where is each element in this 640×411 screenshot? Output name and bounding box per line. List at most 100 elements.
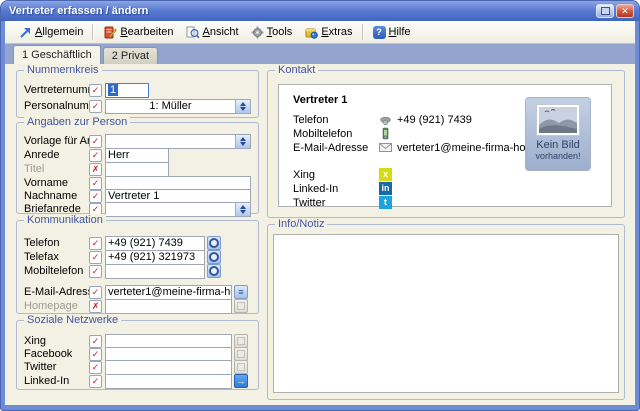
required-check-icon[interactable]: ✓: [89, 100, 102, 113]
field-label: Linked-In: [24, 375, 89, 387]
group-nummernkreis: Nummernkreis Vertreternummer ✓ 1 Persona…: [16, 70, 259, 118]
linkedin-icon[interactable]: in: [379, 182, 392, 195]
group-info-notiz: Info/Notiz: [267, 224, 625, 400]
menu-tools[interactable]: Tools: [245, 24, 299, 41]
chevron-up-icon: [240, 137, 246, 141]
phone-dial-icon: [209, 266, 219, 276]
no-image-placeholder: Kein Bild vorhanden!: [525, 97, 591, 171]
field-label: Xing: [24, 335, 89, 347]
disabled-cross-icon[interactable]: ✗: [89, 300, 102, 313]
open-xing-button: [234, 334, 248, 348]
menu-allgemein[interactable]: Allgemein: [13, 24, 89, 41]
menu-label: Allgemein: [35, 26, 83, 38]
spinner-button[interactable]: [235, 100, 250, 113]
required-check-icon[interactable]: ✓: [89, 265, 102, 278]
anrede-input[interactable]: Herr: [105, 148, 169, 163]
tab-privat[interactable]: 2 Privat: [103, 47, 158, 64]
briefanrede-select[interactable]: [105, 202, 251, 217]
field-homepage: Homepage ✗: [24, 299, 251, 313]
disabled-cross-icon[interactable]: ✗: [89, 163, 102, 176]
field-vorlage-anrede: Vorlage für Anrede ✓: [24, 134, 251, 148]
dial-button[interactable]: [207, 264, 221, 278]
twitter-input[interactable]: [105, 360, 232, 375]
link-icon: [237, 337, 245, 345]
xing-icon[interactable]: x: [379, 168, 392, 181]
field-personalnummer: Personalnummer ✓ 1: Müller: [24, 99, 251, 113]
required-check-icon[interactable]: ✓: [89, 135, 102, 148]
field-linkedin: Linked-In ✓ →: [24, 374, 251, 388]
menu-label: Bearbeiten: [120, 26, 173, 38]
linkedin-input[interactable]: [105, 374, 232, 389]
mobiltelefon-input[interactable]: [105, 264, 205, 279]
personalnummer-select[interactable]: 1: Müller: [105, 99, 251, 114]
required-check-icon[interactable]: ✓: [89, 361, 102, 374]
group-title: Angaben zur Person: [24, 116, 130, 128]
link-icon: [237, 363, 245, 371]
required-check-icon[interactable]: ✓: [89, 375, 102, 388]
menubar: Allgemein Bearbeiten Ansicht Tools Extra…: [5, 21, 635, 44]
field-label: Vertreternummer: [24, 84, 89, 96]
required-check-icon[interactable]: ✓: [89, 149, 102, 162]
field-label: Anrede: [24, 149, 89, 161]
close-button[interactable]: ✕: [616, 4, 634, 18]
maximize-button[interactable]: [596, 4, 614, 18]
required-check-icon[interactable]: ✓: [89, 190, 102, 203]
required-check-icon[interactable]: ✓: [89, 335, 102, 348]
menu-label: Ansicht: [203, 26, 239, 38]
dial-button[interactable]: [207, 250, 221, 264]
menu-separator: [362, 24, 364, 40]
vertreternummer-input[interactable]: 1: [105, 83, 149, 98]
telefon-input[interactable]: +49 (921) 7439: [105, 236, 205, 251]
group-title: Info/Notiz: [275, 218, 327, 230]
no-image-subtext: vorhanden!: [526, 151, 590, 161]
view-icon: [186, 26, 200, 39]
twitter-icon[interactable]: t: [379, 196, 392, 209]
group-soziale-netzwerke: Soziale Netzwerke Xing ✓ Facebook ✓ Twit…: [16, 320, 259, 390]
menu-label: Extras: [321, 26, 352, 38]
phone-dial-icon: [209, 252, 219, 262]
field-telefax: Telefax ✓ +49 (921) 321973: [24, 250, 251, 264]
spinner-button[interactable]: [235, 135, 250, 148]
field-email: E-Mail-Adresse ✓ verteter1@meine-firma-h…: [24, 285, 251, 299]
field-telefon: Telefon ✓ +49 (921) 7439: [24, 236, 251, 250]
titlebar[interactable]: Vertreter erfassen / ändern ✕: [1, 1, 639, 21]
link-icon: [237, 350, 245, 358]
info-notiz-textarea[interactable]: [273, 234, 619, 393]
dial-button[interactable]: [207, 236, 221, 250]
field-label: Nachname: [24, 190, 89, 202]
open-linkedin-button[interactable]: →: [234, 374, 248, 388]
required-check-icon[interactable]: ✓: [89, 251, 102, 264]
required-check-icon[interactable]: ✓: [89, 84, 102, 97]
tools-gear-icon: [251, 26, 264, 39]
maximize-icon: [601, 7, 610, 15]
field-label: Vorlage für Anrede: [24, 135, 89, 147]
group-title: Kommunikation: [24, 214, 106, 226]
telefax-input[interactable]: +49 (921) 321973: [105, 250, 205, 265]
open-facebook-button: [234, 347, 248, 361]
required-check-icon[interactable]: ✓: [89, 177, 102, 190]
group-person: Angaben zur Person Vorlage für Anrede ✓ …: [16, 122, 259, 214]
menu-hilfe[interactable]: ? Hilfe: [367, 24, 417, 41]
form-content: Nummernkreis Vertreternummer ✓ 1 Persona…: [5, 64, 635, 405]
required-check-icon[interactable]: ✓: [89, 237, 102, 250]
menu-extras[interactable]: Extras: [298, 24, 358, 41]
email-input[interactable]: verteter1@meine-firma-homepage.de: [105, 285, 232, 300]
menu-bearbeiten[interactable]: Bearbeiten: [97, 24, 179, 41]
field-mobiltelefon: Mobiltelefon ✓: [24, 264, 251, 278]
menu-label: Tools: [267, 26, 293, 38]
image-thumbnail-icon: [536, 104, 580, 136]
vorlage-anrede-select[interactable]: [105, 134, 251, 149]
spinner-button[interactable]: [235, 203, 250, 216]
group-kontakt: Kontakt Vertreter 1 Telefon +49 (921) 74…: [267, 70, 625, 218]
field-titel: Titel ✗: [24, 162, 251, 176]
required-check-icon[interactable]: ✓: [89, 286, 102, 299]
titel-input: [105, 162, 169, 177]
chevron-down-icon: [240, 107, 246, 111]
tabstrip: 1 Geschäftlich 2 Privat: [5, 44, 635, 64]
menu-ansicht[interactable]: Ansicht: [180, 24, 245, 41]
chevron-down-icon: [240, 142, 246, 146]
required-check-icon[interactable]: ✓: [89, 348, 102, 361]
send-email-button[interactable]: ≡: [234, 285, 248, 299]
field-label: Facebook: [24, 348, 89, 360]
tab-geschaeftlich[interactable]: 1 Geschäftlich: [13, 45, 101, 64]
